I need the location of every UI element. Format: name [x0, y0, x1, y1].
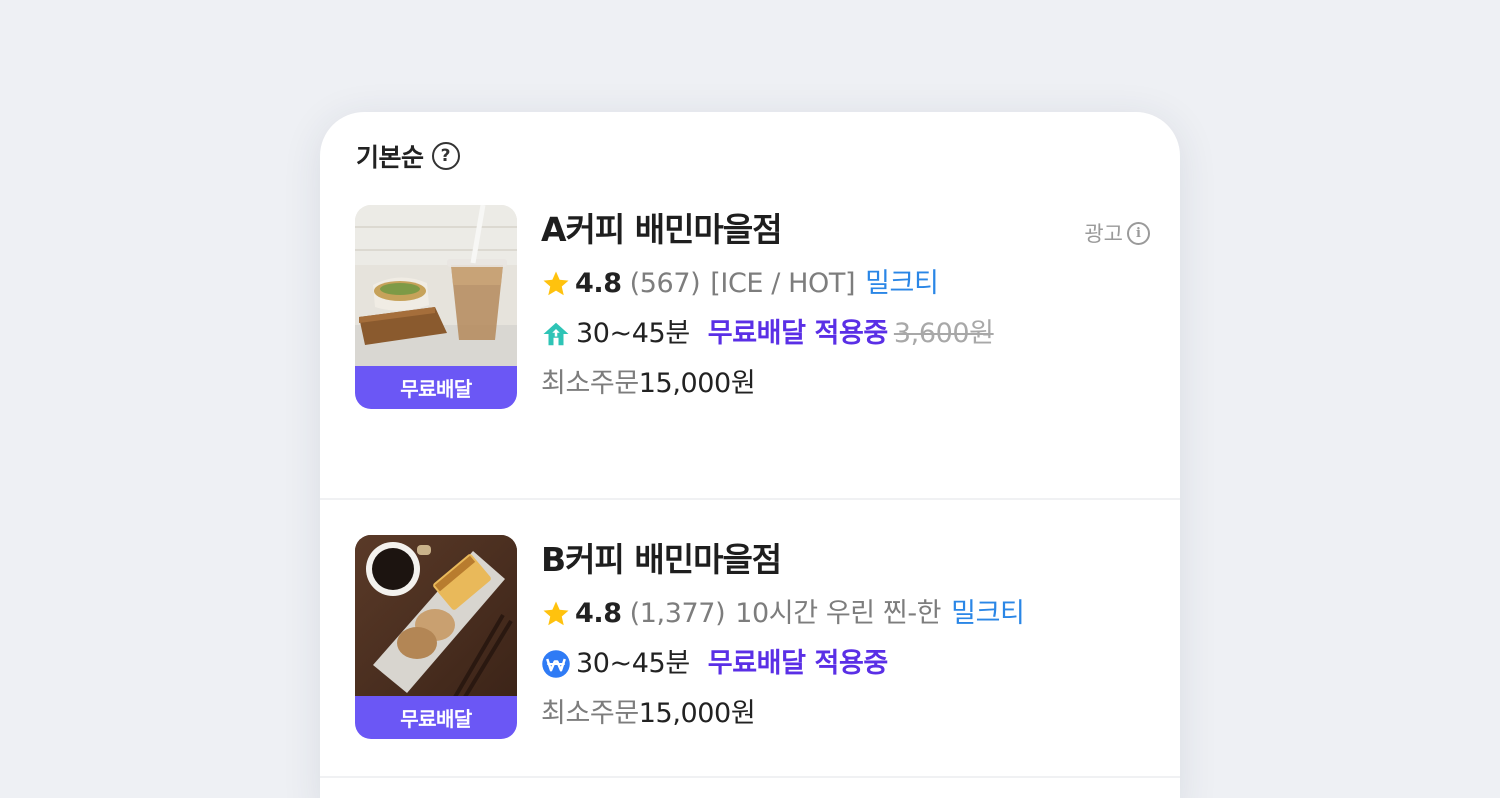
min-order-row: 최소주문 15,000원: [541, 359, 994, 409]
free-delivery-badge: 무료배달: [355, 696, 517, 739]
free-delivery-badge: 무료배달: [355, 366, 517, 409]
store-description: 10시간 우린 찐-한: [735, 598, 942, 629]
info-icon[interactable]: i: [1127, 221, 1150, 245]
highlight-keyword: 밀크티: [865, 268, 939, 299]
coffee-sandwich-image: [355, 205, 517, 367]
highlight-keyword: 밀크티: [951, 598, 1025, 629]
store-name[interactable]: A커피 배민마을점: [541, 204, 994, 256]
store-item-a[interactable]: 무료배달 A커피 배민마을점 4.8 (567) [ICE / HOT] 밀크티…: [320, 204, 1180, 500]
rating-row: 4.8 (567) [ICE / HOT] 밀크티: [541, 259, 994, 309]
ad-text: 광고: [1084, 222, 1123, 246]
sort-label: 기본순: [356, 143, 424, 172]
store-thumbnail[interactable]: 무료배달: [355, 535, 517, 739]
store-item-b[interactable]: 무료배달 B커피 배민마을점 4.8 (1,377) 10시간 우린 찐-한 밀…: [320, 500, 1180, 777]
rating-row: 4.8 (1,377) 10시간 우린 찐-한 밀크티: [541, 589, 1025, 639]
delivery-eta: 30~45분: [576, 648, 690, 679]
house-delivery-icon: [543, 322, 569, 346]
rating-value: 4.8: [575, 598, 622, 629]
sort-selector[interactable]: 기본순 ?: [356, 138, 460, 174]
store-info: B커피 배민마을점 4.8 (1,377) 10시간 우린 찐-한 밀크티 30…: [541, 534, 1025, 739]
min-order-value: 15,000원: [638, 698, 756, 729]
won-coin-icon: [542, 650, 570, 678]
rating-value: 4.8: [575, 268, 622, 299]
star-icon: [543, 601, 569, 626]
help-icon[interactable]: ?: [431, 142, 460, 170]
delivery-row: 30~45분 무료배달 적용중: [541, 639, 1024, 689]
store-list-card: 기본순 ? 무료배달 A커피 배민마을점 4.8 (567) [ICE / HO…: [320, 112, 1180, 798]
store-name[interactable]: B커피 배민마을점: [541, 534, 1024, 586]
free-delivery-text: 무료배달 적용중: [707, 648, 888, 679]
review-count: (1,377): [629, 598, 726, 629]
ad-label[interactable]: 광고 i: [1084, 218, 1150, 248]
original-delivery-fee: 3,600원: [893, 318, 994, 349]
delivery-eta: 30~45분: [576, 318, 690, 349]
min-order-label: 최소주문: [541, 698, 639, 729]
store-thumbnail[interactable]: 무료배달: [355, 205, 517, 409]
min-order-value: 15,000원: [638, 368, 756, 399]
store-description: [ICE / HOT]: [710, 268, 856, 299]
store-info: A커피 배민마을점 4.8 (567) [ICE / HOT] 밀크티 30~4…: [541, 204, 994, 409]
divider: [320, 776, 1180, 778]
free-delivery-text: 무료배달 적용중: [707, 318, 888, 349]
min-order-label: 최소주문: [541, 368, 639, 399]
star-icon: [543, 271, 569, 296]
delivery-row: 30~45분 무료배달 적용중 3,600원: [541, 309, 994, 359]
review-count: (567): [629, 268, 701, 299]
coffee-cake-image: [355, 535, 517, 697]
min-order-row: 최소주문 15,000원: [541, 689, 1024, 739]
